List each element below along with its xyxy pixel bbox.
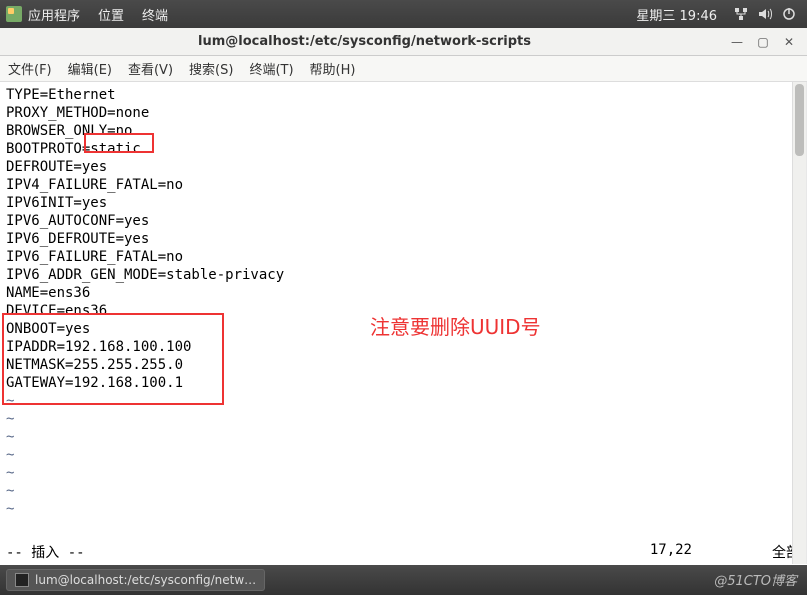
maximize-button[interactable]: ▢ xyxy=(755,34,771,50)
config-line: IPV6_DEFROUTE=yes xyxy=(6,231,149,247)
scrollbar-thumb[interactable] xyxy=(795,84,804,156)
config-line: IPV6_FAILURE_FATAL=no xyxy=(6,249,183,265)
config-line: DEFROUTE=yes xyxy=(6,159,107,175)
menu-search[interactable]: 搜索(S) xyxy=(189,59,233,78)
config-line: BOOTPROTO=static xyxy=(6,141,141,157)
annotation-text: 注意要删除UUID号 xyxy=(370,318,541,336)
vim-tilde: ~ xyxy=(6,465,14,481)
vim-tilde: ~ xyxy=(6,501,14,517)
volume-icon[interactable] xyxy=(757,6,773,22)
vim-cursor-position: 17,22 xyxy=(650,542,692,562)
config-line: PROXY_METHOD=none xyxy=(6,105,149,121)
close-button[interactable]: ✕ xyxy=(781,34,797,50)
window-titlebar[interactable]: lum@localhost:/etc/sysconfig/network-scr… xyxy=(0,28,807,56)
network-icon[interactable] xyxy=(733,6,749,22)
vim-tilde: ~ xyxy=(6,429,14,445)
editor-content[interactable]: TYPE=Ethernet PROXY_METHOD=none BROWSER_… xyxy=(0,82,806,542)
activities-icon[interactable] xyxy=(6,6,22,22)
config-line: GATEWAY=192.168.100.1 xyxy=(6,375,183,391)
vim-status-line: -- 插入 -- 17,22 全部 xyxy=(0,542,806,564)
config-line: TYPE=Ethernet xyxy=(6,87,116,103)
watermark-text: @51CTO博客 xyxy=(714,570,797,589)
menu-view[interactable]: 查看(V) xyxy=(128,59,173,78)
vim-mode: -- 插入 -- xyxy=(6,542,85,562)
terminal-icon xyxy=(15,573,29,587)
config-line: ONBOOT=yes xyxy=(6,321,90,337)
menu-file[interactable]: 文件(F) xyxy=(8,59,52,78)
menu-edit[interactable]: 编辑(E) xyxy=(68,59,112,78)
taskbar-item-label: lum@localhost:/etc/sysconfig/netw… xyxy=(35,573,256,587)
config-line: IPV4_FAILURE_FATAL=no xyxy=(6,177,183,193)
config-line: NETMASK=255.255.255.0 xyxy=(6,357,183,373)
power-icon[interactable] xyxy=(781,6,797,22)
window-title: lum@localhost:/etc/sysconfig/network-scr… xyxy=(10,34,719,49)
terminal-scrollbar[interactable] xyxy=(792,82,806,564)
config-line: NAME=ens36 xyxy=(6,285,90,301)
menu-help[interactable]: 帮助(H) xyxy=(310,59,356,78)
config-line: IPV6_ADDR_GEN_MODE=stable-privacy xyxy=(6,267,284,283)
panel-menu-applications[interactable]: 应用程序 xyxy=(28,5,80,24)
terminal-menubar: 文件(F) 编辑(E) 查看(V) 搜索(S) 终端(T) 帮助(H) xyxy=(0,56,807,82)
panel-clock[interactable]: 星期三 19:46 xyxy=(636,5,717,24)
vim-tilde: ~ xyxy=(6,483,14,499)
panel-menu-places[interactable]: 位置 xyxy=(98,5,124,24)
vim-tilde: ~ xyxy=(6,393,14,409)
menu-terminal[interactable]: 终端(T) xyxy=(249,59,293,78)
config-line: DEVICE=ens36 xyxy=(6,303,107,319)
minimize-button[interactable]: — xyxy=(729,34,745,50)
config-line: IPV6_AUTOCONF=yes xyxy=(6,213,149,229)
panel-menu-terminal[interactable]: 终端 xyxy=(142,5,168,24)
terminal-area[interactable]: TYPE=Ethernet PROXY_METHOD=none BROWSER_… xyxy=(0,82,807,564)
desktop-top-panel: 应用程序 位置 终端 星期三 19:46 xyxy=(0,0,807,28)
config-line: IPADDR=192.168.100.100 xyxy=(6,339,191,355)
vim-tilde: ~ xyxy=(6,447,14,463)
config-line: BROWSER_ONLY=no xyxy=(6,123,132,139)
desktop-bottom-panel: lum@localhost:/etc/sysconfig/netw… @51CT… xyxy=(0,565,807,595)
vim-tilde: ~ xyxy=(6,411,14,427)
config-line: IPV6INIT=yes xyxy=(6,195,107,211)
taskbar-item-terminal[interactable]: lum@localhost:/etc/sysconfig/netw… xyxy=(6,569,265,591)
